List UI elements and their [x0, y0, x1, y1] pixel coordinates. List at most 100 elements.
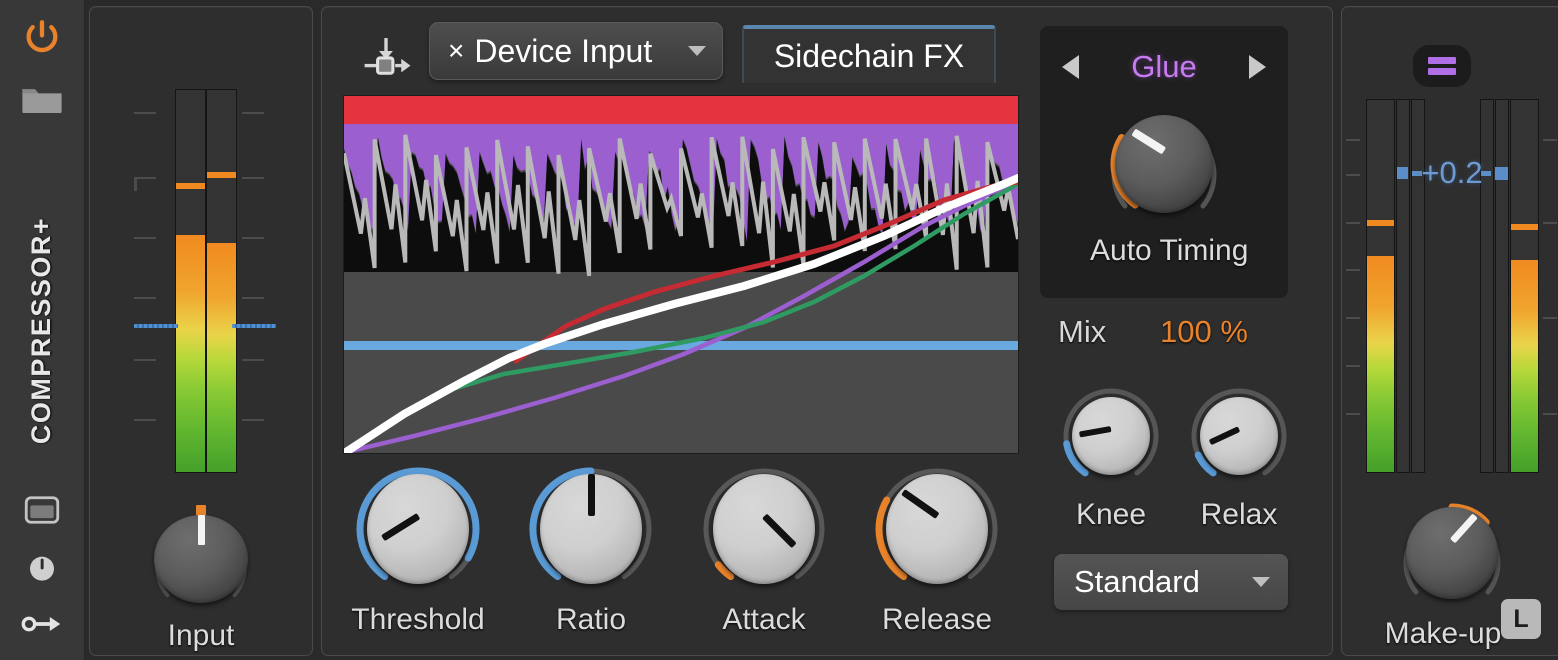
- knob-mode-icon[interactable]: [0, 546, 84, 590]
- threshold-knob-pointer: [380, 513, 420, 542]
- meter-tick: [242, 237, 264, 239]
- plugin-window: COMPRESSOR+ Input × Device Input Sidecha…: [0, 0, 1558, 660]
- release-knob-unit: Release: [861, 463, 1013, 637]
- ratio-knob-unit: Ratio: [515, 463, 667, 637]
- power-icon[interactable]: [0, 14, 84, 60]
- attack-knob-label: Attack: [722, 603, 806, 636]
- left-rail: COMPRESSOR+: [0, 0, 85, 660]
- input-knob-unit: Input: [141, 499, 261, 653]
- meter-tick: [134, 177, 137, 191]
- meter-tick: [134, 419, 156, 421]
- tab-sidechain-fx-label: Sidechain FX: [773, 37, 965, 74]
- meter-tick: [134, 297, 156, 299]
- gain-reduction-readout: +0.2: [1421, 155, 1483, 190]
- window-icon[interactable]: [0, 488, 84, 532]
- sidechain-source-combo[interactable]: × Device Input: [429, 22, 723, 80]
- threshold-knob-label: Threshold: [351, 603, 485, 636]
- auto-timing-knob-label: Auto Timing: [1090, 234, 1249, 267]
- link-button-label: L: [1513, 604, 1529, 633]
- output-meter-left: [1366, 99, 1395, 473]
- meter-tick: [1346, 365, 1360, 367]
- release-knob-label: Release: [881, 603, 993, 636]
- sidechain-source-label: Device Input: [474, 32, 653, 69]
- auto-timing-knob-pointer: [1131, 128, 1167, 155]
- preset-and-params-column: Glue Auto Timing Mix 100 % Knee Relax Sta…: [1040, 12, 1290, 648]
- output-meter-right-peak: [1511, 224, 1538, 231]
- preset-box: Glue Auto Timing: [1040, 26, 1288, 298]
- ratio-knob-label: Ratio: [555, 603, 627, 636]
- meter-tick: [242, 359, 264, 361]
- meter-tick: [1543, 222, 1557, 224]
- knee-knob-label: Knee: [1075, 498, 1147, 531]
- auto-timing-knob[interactable]: [1115, 115, 1213, 213]
- attack-knob[interactable]: [713, 474, 815, 584]
- threshold-marker-right[interactable]: [232, 323, 276, 328]
- meter-tick: [1543, 139, 1557, 141]
- meter-tick: [134, 112, 156, 114]
- preset-selector: Glue: [1040, 42, 1288, 92]
- ratio-knob[interactable]: [540, 474, 642, 584]
- meter-tick: [242, 419, 264, 421]
- threshold-knob[interactable]: [367, 474, 469, 584]
- relax-knob-pointer: [1208, 426, 1241, 446]
- mix-value[interactable]: 100 %: [1160, 314, 1248, 350]
- secondary-knobs-row: Knee Relax: [1040, 384, 1288, 544]
- meter-tick: [1346, 269, 1360, 271]
- knee-knob-unit: Knee: [1052, 384, 1170, 532]
- meter-tick: [1543, 413, 1557, 415]
- meter-tick: [134, 237, 156, 239]
- input-meter-right-peak: [207, 171, 236, 178]
- link-badge-bar: [1428, 68, 1456, 75]
- compressor-graph[interactable]: [343, 95, 1019, 454]
- relax-knob-unit: Relax: [1180, 384, 1298, 532]
- meter-tick: [242, 112, 264, 114]
- makeup-knob-pointer: [1449, 513, 1478, 544]
- relax-knob[interactable]: [1200, 397, 1278, 475]
- release-knob-pointer: [900, 489, 940, 519]
- relax-knob-label: Relax: [1200, 498, 1278, 531]
- threshold-marker-left[interactable]: [134, 323, 178, 328]
- preset-name[interactable]: Glue: [1079, 49, 1249, 85]
- meter-tick: [1346, 222, 1360, 224]
- input-knob[interactable]: [154, 515, 248, 603]
- link-button[interactable]: L: [1501, 599, 1541, 639]
- tab-sidechain-fx[interactable]: Sidechain FX: [742, 25, 996, 83]
- plugin-title-text: COMPRESSOR+: [26, 216, 57, 444]
- meter-tick: [134, 177, 156, 179]
- chevron-down-icon[interactable]: [688, 46, 706, 56]
- link-badge-bar: [1428, 57, 1456, 64]
- output-meter-left-fill: [1367, 256, 1394, 472]
- release-knob[interactable]: [886, 474, 988, 584]
- routing-icon[interactable]: [0, 602, 84, 646]
- attack-knob-unit: Attack: [688, 463, 840, 637]
- input-meter-left-peak: [176, 183, 205, 190]
- output-meter-left-peak: [1367, 220, 1394, 227]
- input-meter-right: [206, 89, 237, 473]
- link-badge[interactable]: [1413, 45, 1471, 87]
- input-meter-right-fill: [207, 242, 236, 472]
- knee-knob-pointer: [1078, 426, 1112, 438]
- makeup-knob[interactable]: [1406, 507, 1498, 599]
- preset-next-icon[interactable]: [1249, 55, 1266, 79]
- sidechain-input-icon[interactable]: [361, 35, 411, 92]
- preset-prev-icon[interactable]: [1062, 55, 1079, 79]
- output-meter-right: [1510, 99, 1539, 473]
- mix-label: Mix: [1058, 314, 1107, 349]
- clear-source-icon[interactable]: ×: [448, 37, 464, 65]
- graph-canvas: [344, 96, 1018, 453]
- folder-icon[interactable]: [0, 76, 84, 122]
- ratio-knob-pointer: [587, 474, 595, 516]
- meter-tick: [242, 177, 264, 179]
- knee-knob[interactable]: [1072, 397, 1150, 475]
- meter-tick: [1346, 317, 1360, 319]
- output-panel: +0.2 Make-up L: [1341, 6, 1558, 656]
- meter-tick: [1543, 317, 1557, 319]
- mode-select-value: Standard: [1074, 564, 1200, 599]
- meter-tick: [242, 297, 264, 299]
- input-meter-left-fill: [176, 235, 205, 472]
- input-meter-left: [175, 89, 206, 473]
- chevron-down-icon[interactable]: [1252, 577, 1270, 587]
- makeup-knob-unit: Make-up: [1385, 493, 1515, 651]
- mode-select[interactable]: Standard: [1054, 554, 1288, 610]
- auto-timing-knob-unit: Auto Timing: [1090, 102, 1248, 268]
